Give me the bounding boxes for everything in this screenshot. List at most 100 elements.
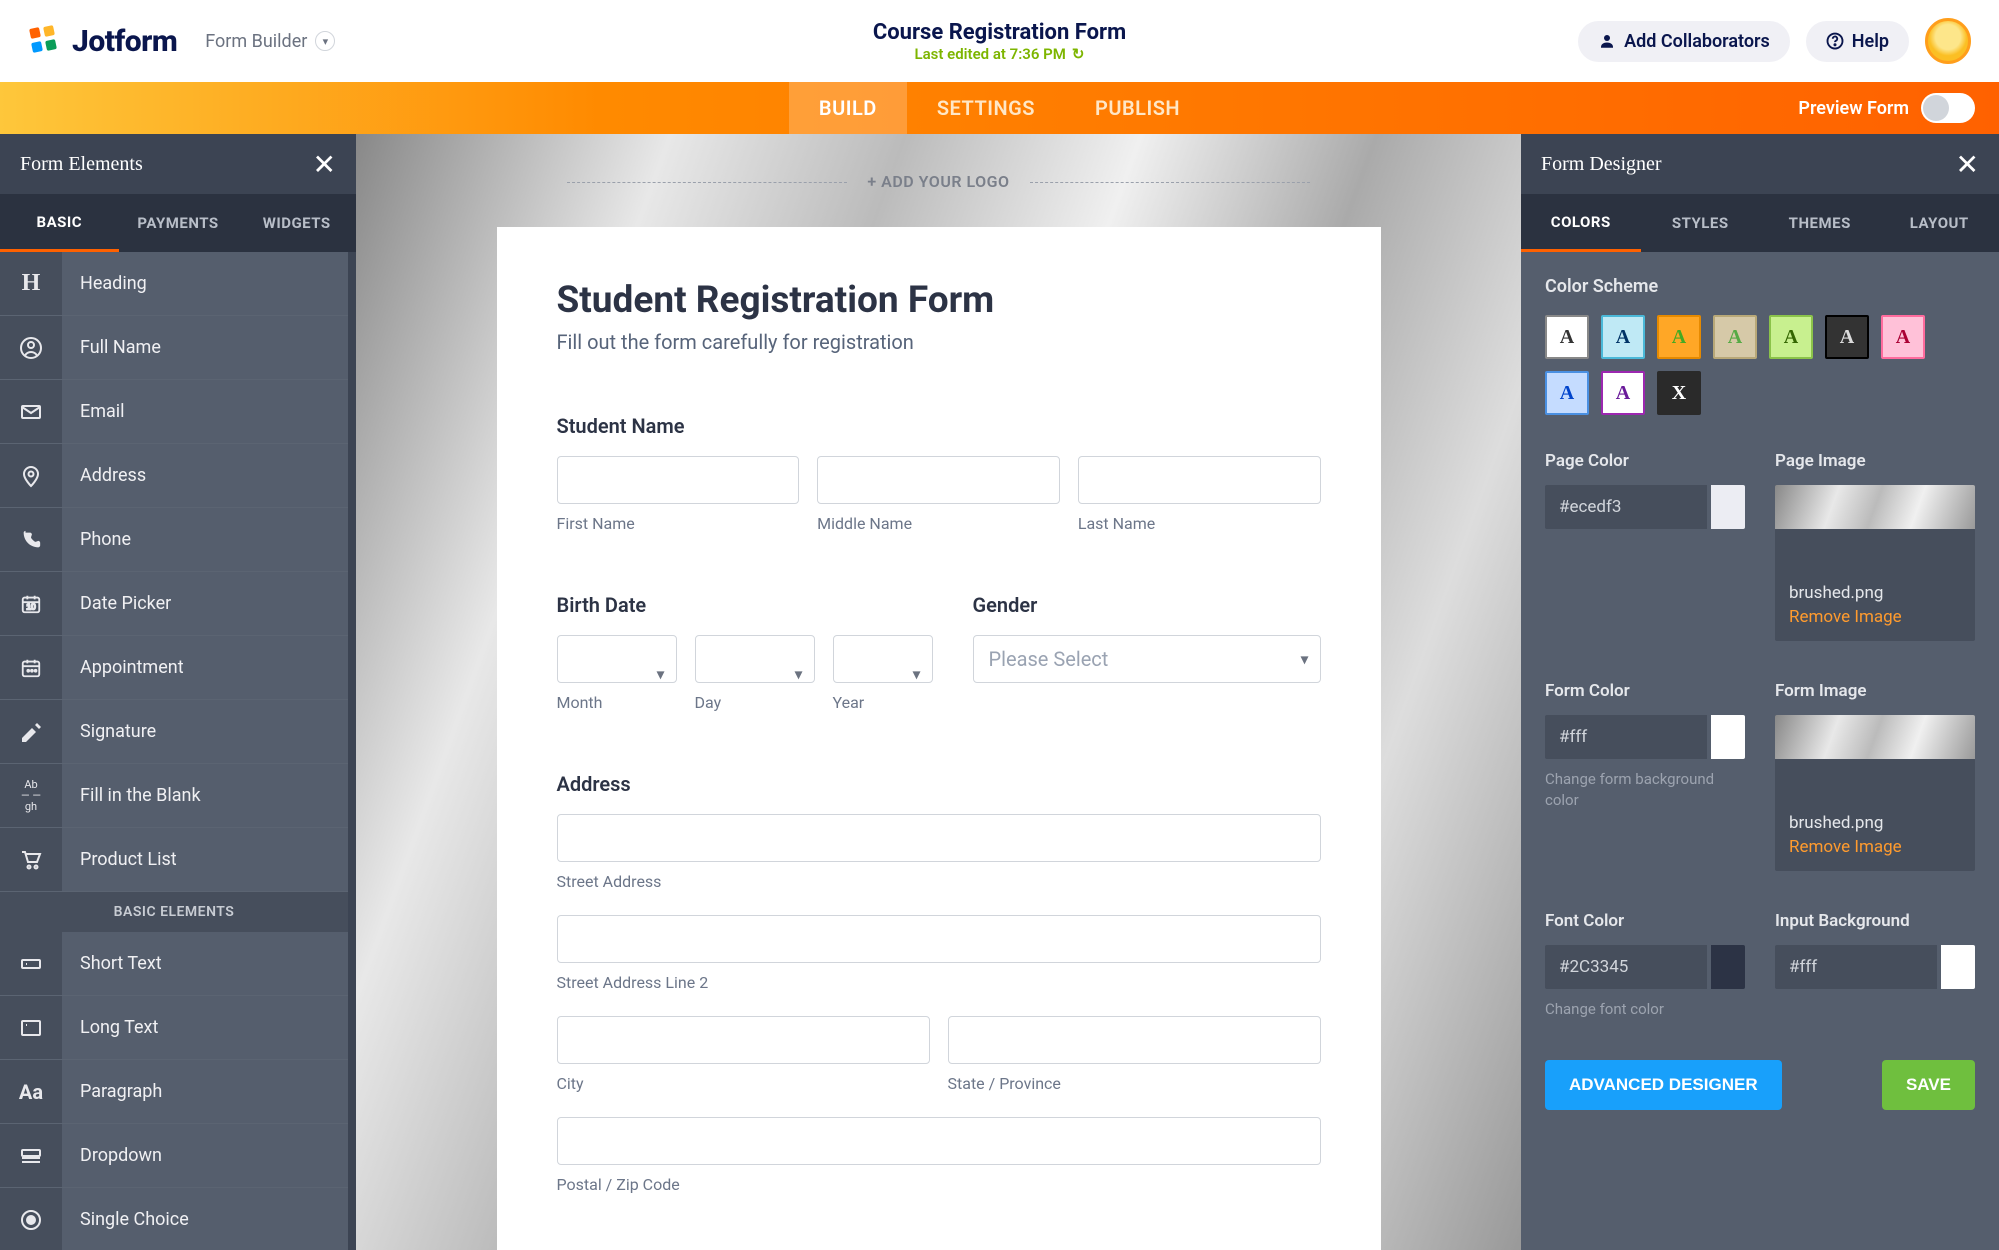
close-icon[interactable]: ✕ [1956,148,1979,181]
element-fullname[interactable]: Full Name [0,316,348,380]
logo-icon [28,24,62,58]
swatch-pink[interactable]: A [1881,315,1925,359]
remove-form-image[interactable]: Remove Image [1789,837,1961,857]
page-color-chip[interactable] [1711,485,1745,529]
preview-form-toggle-wrap: Preview Form [1798,82,1975,134]
swatch-blue[interactable]: A [1545,371,1589,415]
last-edited: Last edited at 7:36 PM ↻ [873,45,1126,63]
advanced-designer-button[interactable]: ADVANCED DESIGNER [1545,1060,1782,1110]
swatch-lightblue[interactable]: A [1601,315,1645,359]
swatch-dark[interactable]: A [1825,315,1869,359]
field-label: Student Name [557,414,1321,438]
gender-select[interactable] [973,635,1321,683]
element-signature[interactable]: Signature [0,700,348,764]
element-dropdown[interactable]: Dropdown [0,1124,348,1188]
first-name-input[interactable] [557,456,800,504]
save-button[interactable]: SAVE [1882,1060,1975,1110]
right-tab-styles[interactable]: STYLES [1641,194,1761,252]
right-panel-title: Form Designer [1541,153,1662,176]
cart-icon [0,828,62,891]
element-singlechoice[interactable]: Single Choice [0,1188,348,1250]
student-name-field[interactable]: Student Name First Name Middle Name Last… [557,414,1321,533]
logo[interactable]: Jotform [28,24,177,59]
font-color-chip[interactable] [1711,945,1745,989]
basic-elements-header: BASIC ELEMENTS [0,892,348,932]
tab-settings[interactable]: SETTINGS [907,82,1065,134]
add-collaborators-button[interactable]: Add Collaborators [1578,21,1790,62]
right-tab-themes[interactable]: THEMES [1760,194,1880,252]
form-image-preview[interactable] [1775,715,1975,759]
element-datepicker[interactable]: 10 Date Picker [0,572,348,636]
font-color-hint: Change font color [1545,999,1745,1020]
add-logo-button[interactable]: + ADD YOUR LOGO [867,172,1009,191]
input-bg-chip[interactable] [1941,945,1975,989]
color-swatches: A A A A A A A A A X [1545,315,1975,415]
remove-page-image[interactable]: Remove Image [1789,607,1961,627]
swatch-white[interactable]: A [1545,315,1589,359]
form-color-chip[interactable] [1711,715,1745,759]
form-subheading[interactable]: Fill out the form carefully for registra… [557,330,1321,354]
birth-date-field[interactable]: Birth Date ▾Month ▾Day ▾Year [557,593,933,712]
tab-publish[interactable]: PUBLISH [1065,82,1210,134]
street2-input[interactable] [557,915,1321,963]
heading-icon: H [0,252,62,315]
color-scheme-label: Color Scheme [1545,276,1975,297]
swatch-green[interactable]: A [1769,315,1813,359]
swatch-orange[interactable]: A [1657,315,1701,359]
element-longtext[interactable]: Long Text [0,996,348,1060]
form-canvas[interactable]: + ADD YOUR LOGO Student Registration For… [356,134,1521,1250]
swatch-custom[interactable]: X [1657,371,1701,415]
location-icon [0,444,62,507]
page-image-preview[interactable] [1775,485,1975,529]
gender-field[interactable]: Gender Please Select ▾ [973,593,1321,712]
preview-form-toggle[interactable] [1921,93,1975,123]
element-phone[interactable]: Phone [0,508,348,572]
element-fillblank[interactable]: Ab― ―gh Fill in the Blank [0,764,348,828]
form-color-input[interactable]: #fff [1545,715,1707,759]
close-icon[interactable]: ✕ [313,148,336,181]
page-color-input[interactable]: #ecedf3 [1545,485,1707,529]
left-tab-widgets[interactable]: WIDGETS [237,194,356,252]
street-input[interactable] [557,814,1321,862]
help-button[interactable]: Help [1806,21,1909,62]
swatch-purple[interactable]: A [1601,371,1645,415]
element-appointment[interactable]: Appointment [0,636,348,700]
day-select[interactable] [695,635,815,683]
city-input[interactable] [557,1016,930,1064]
element-address[interactable]: Address [0,444,348,508]
element-email[interactable]: Email [0,380,348,444]
element-heading[interactable]: H Heading [0,252,348,316]
elements-list[interactable]: H Heading Full Name Email Address [0,252,348,1250]
right-tab-colors[interactable]: COLORS [1521,194,1641,252]
month-select[interactable] [557,635,677,683]
left-tab-payments[interactable]: PAYMENTS [119,194,238,252]
year-select[interactable] [833,635,933,683]
input-bg-input[interactable]: #fff [1775,945,1937,989]
tab-build[interactable]: BUILD [789,82,907,134]
address-field[interactable]: Address Street Address Street Address Li… [557,772,1321,1194]
font-color-input[interactable]: #2C3345 [1545,945,1707,989]
left-tab-basic[interactable]: BASIC [0,194,119,252]
history-icon[interactable]: ↻ [1072,45,1085,63]
swatch-tan[interactable]: A [1713,315,1757,359]
element-productlist[interactable]: Product List [0,828,348,892]
middle-name-input[interactable] [817,456,1060,504]
right-tab-layout[interactable]: LAYOUT [1880,194,1999,252]
postal-input[interactable] [557,1117,1321,1165]
form-builder-dropdown[interactable]: Form Builder ▾ [205,31,335,52]
last-name-input[interactable] [1078,456,1321,504]
topbar: Jotform Form Builder ▾ Course Registrati… [0,0,1999,82]
user-avatar[interactable] [1925,18,1971,64]
state-input[interactable] [948,1016,1321,1064]
element-paragraph[interactable]: Aa Paragraph [0,1060,348,1124]
person-icon [0,316,62,379]
form-heading[interactable]: Student Registration Form [557,279,1321,322]
toggle-knob [1923,95,1949,121]
preview-form-label: Preview Form [1798,98,1909,119]
paragraph-icon: Aa [0,1060,62,1123]
element-shorttext[interactable]: Short Text [0,932,348,996]
scrollbar[interactable] [348,252,356,1250]
main-area: Form Elements ✕ BASIC PAYMENTS WIDGETS H… [0,134,1999,1250]
page-image-card: brushed.png Remove Image [1775,485,1975,641]
logo-text: Jotform [72,24,177,59]
